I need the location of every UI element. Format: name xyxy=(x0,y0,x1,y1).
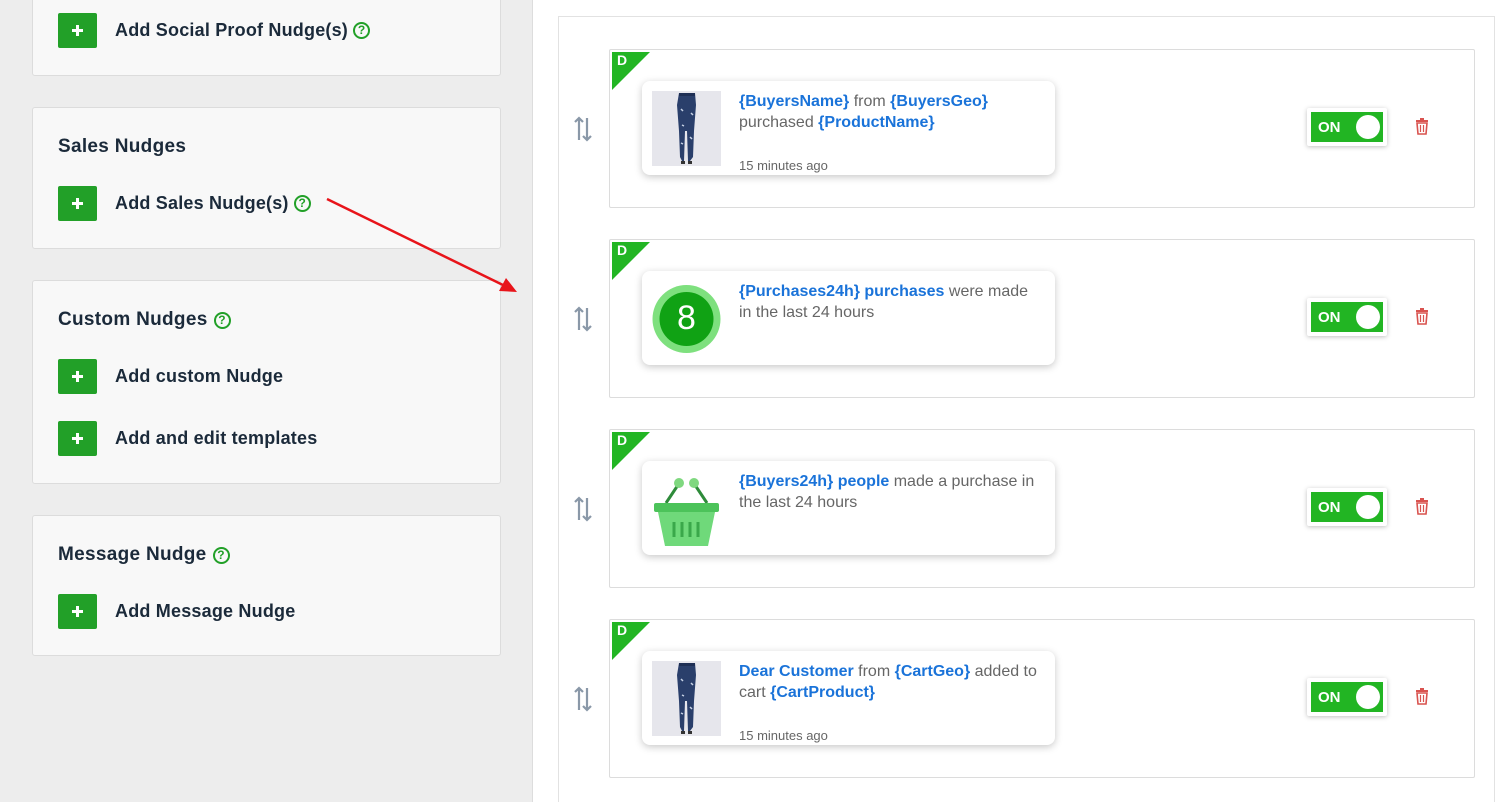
message-nudge-title: Message Nudge ? xyxy=(58,544,230,566)
toggle-label: ON xyxy=(1318,119,1341,136)
nudge-time: 15 minutes ago xyxy=(739,158,828,173)
message-text: from xyxy=(849,93,891,110)
nudge-preview[interactable]: 8 {Purchases24h} purchases were made in … xyxy=(642,271,1055,365)
nudge-preview[interactable]: {Buyers24h} people made a purchase in th… xyxy=(642,461,1055,555)
message-variable: {Purchases24h} purchases xyxy=(739,283,945,300)
drag-handle-icon[interactable] xyxy=(572,306,594,332)
toggle-track: ON xyxy=(1311,302,1383,332)
nudge-message: {Buyers24h} people made a purchase in th… xyxy=(739,471,1039,513)
nudge-image xyxy=(652,471,721,546)
help-icon[interactable]: ? xyxy=(293,195,311,212)
drag-handle-icon[interactable] xyxy=(572,496,594,522)
message-text: from xyxy=(853,663,895,680)
jeans-product-photo xyxy=(652,91,721,166)
toggle-knob xyxy=(1356,115,1380,139)
message-variable: {BuyersName} xyxy=(739,93,850,110)
add-sales-button[interactable] xyxy=(58,186,97,221)
nudge-image xyxy=(652,661,721,736)
custom-nudges-card: Custom Nudges ? Add custom Nudge Add and… xyxy=(32,280,501,484)
custom-nudges-title-text: Custom Nudges xyxy=(58,309,208,330)
message-variable: {CartProduct} xyxy=(770,684,876,701)
nudge-preview[interactable]: Dear Customer from {CartGeo} added to ca… xyxy=(642,651,1055,745)
toggle-track: ON xyxy=(1311,112,1383,142)
add-custom-row[interactable]: Add custom Nudge xyxy=(58,359,283,394)
trash-icon[interactable] xyxy=(1415,308,1429,325)
toggle-knob xyxy=(1356,685,1380,709)
default-tag-letter: D xyxy=(617,622,628,638)
add-social-proof-label[interactable]: Add Social Proof Nudge(s) xyxy=(115,20,348,41)
toggle-label: ON xyxy=(1318,309,1341,326)
trash-icon[interactable] xyxy=(1415,498,1429,515)
nudge-message: {BuyersName} from {BuyersGeo} purchased … xyxy=(739,91,1039,133)
help-icon[interactable]: ? xyxy=(353,22,371,39)
add-social-proof-button[interactable] xyxy=(58,13,97,48)
help-icon[interactable]: ? xyxy=(212,546,230,564)
sales-nudges-title-text: Sales Nudges xyxy=(58,136,187,157)
toggle-track: ON xyxy=(1311,492,1383,522)
shopping-basket-icon xyxy=(652,471,721,546)
message-variable: {CartGeo} xyxy=(894,663,971,680)
on-off-toggle[interactable]: ON xyxy=(1307,298,1387,336)
social-proof-card: Add Social Proof Nudge(s) ? xyxy=(32,0,501,76)
nudge-image xyxy=(652,91,721,166)
add-templates-row[interactable]: Add and edit templates xyxy=(58,421,317,456)
drag-handle-icon[interactable] xyxy=(572,686,594,712)
on-off-toggle[interactable]: ON xyxy=(1307,488,1387,526)
nudge-preview[interactable]: {BuyersName} from {BuyersGeo} purchased … xyxy=(642,81,1055,175)
message-variable: {ProductName} xyxy=(818,114,935,131)
left-panel: Add Social Proof Nudge(s) ? Sales Nudges… xyxy=(0,0,533,802)
message-variable: Dear Customer xyxy=(739,663,854,680)
add-social-proof-row[interactable]: Add Social Proof Nudge(s) ? xyxy=(58,13,371,48)
help-icon[interactable]: ? xyxy=(213,311,231,329)
sales-nudges-title: Sales Nudges xyxy=(58,136,186,158)
nudge-row[interactable]: D {BuyersName} from {BuyersGeo} purchase… xyxy=(574,49,1475,208)
jeans-product-photo xyxy=(652,661,721,736)
message-nudge-card: Message Nudge ? Add Message Nudge xyxy=(32,515,501,656)
message-variable: {BuyersGeo} xyxy=(890,93,988,110)
message-text: purchased xyxy=(739,114,819,131)
message-variable: {Buyers24h} people xyxy=(739,473,890,490)
nudge-row[interactable]: D 8 {Purchases24h} purchases were made i… xyxy=(574,239,1475,398)
message-nudge-title-text: Message Nudge xyxy=(58,544,207,565)
count-badge-number: 8 xyxy=(677,299,696,337)
add-message-nudge-label[interactable]: Add Message Nudge xyxy=(115,601,295,622)
on-off-toggle[interactable]: ON xyxy=(1307,108,1387,146)
trash-icon[interactable] xyxy=(1415,688,1429,705)
toggle-track: ON xyxy=(1311,682,1383,712)
toggle-label: ON xyxy=(1318,689,1341,706)
custom-nudges-title: Custom Nudges ? xyxy=(58,309,231,331)
default-tag-letter: D xyxy=(617,52,628,68)
nudge-message: Dear Customer from {CartGeo} added to ca… xyxy=(739,661,1039,703)
toggle-knob xyxy=(1356,305,1380,329)
toggle-knob xyxy=(1356,495,1380,519)
nudge-time: 15 minutes ago xyxy=(739,728,828,743)
nudge-row[interactable]: D {Buyers24h} people made a purchase in … xyxy=(574,429,1475,588)
add-message-nudge-button[interactable] xyxy=(58,594,97,629)
add-custom-nudge-label[interactable]: Add custom Nudge xyxy=(115,366,283,387)
nudge-image: 8 xyxy=(652,281,721,356)
default-tag-letter: D xyxy=(617,242,628,258)
add-templates-button[interactable] xyxy=(58,421,97,456)
add-sales-label[interactable]: Add Sales Nudge(s) xyxy=(115,193,289,214)
add-message-row[interactable]: Add Message Nudge xyxy=(58,594,295,629)
drag-handle-icon[interactable] xyxy=(572,116,594,142)
nudge-message: {Purchases24h} purchases were made in th… xyxy=(739,281,1039,323)
on-off-toggle[interactable]: ON xyxy=(1307,678,1387,716)
add-sales-row[interactable]: Add Sales Nudge(s) ? xyxy=(58,186,311,221)
add-custom-nudge-button[interactable] xyxy=(58,359,97,394)
add-templates-label[interactable]: Add and edit templates xyxy=(115,428,317,449)
sales-nudges-card: Sales Nudges Add Sales Nudge(s) ? xyxy=(32,107,501,249)
trash-icon[interactable] xyxy=(1415,118,1429,135)
nudge-row[interactable]: D Dear Customer from {CartGeo} added to … xyxy=(574,619,1475,778)
toggle-label: ON xyxy=(1318,499,1341,516)
default-tag-letter: D xyxy=(617,432,628,448)
